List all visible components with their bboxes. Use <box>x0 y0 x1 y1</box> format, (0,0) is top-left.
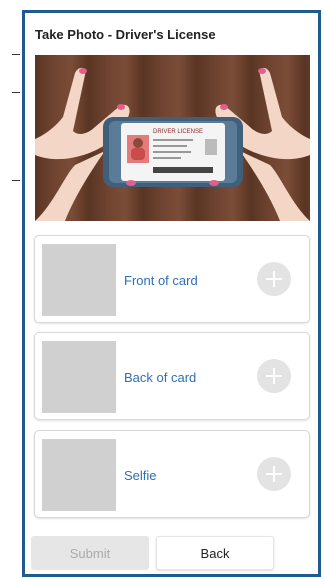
back-button[interactable]: Back <box>156 536 274 570</box>
phone-screen: Take Photo - Driver's License DRIVER LIC… <box>22 10 321 577</box>
back-card-upload[interactable]: Back of card <box>34 332 310 420</box>
id-card-title: DRIVER LICENSE <box>153 129 203 135</box>
selfie-thumbnail <box>42 439 116 511</box>
back-card-label: Back of card <box>124 370 197 385</box>
selfie-upload[interactable]: Selfie <box>34 430 310 518</box>
page-title: Take Photo - Driver's License <box>35 27 216 42</box>
submit-button[interactable]: Submit <box>31 536 149 570</box>
hero-image: DRIVER LICENSE <box>35 55 310 221</box>
background-dash <box>12 54 20 55</box>
front-card-label: Front of card <box>124 273 198 288</box>
add-front-card-icon[interactable] <box>257 262 291 296</box>
selfie-label: Selfie <box>124 468 157 483</box>
add-selfie-icon[interactable] <box>257 457 291 491</box>
add-back-card-icon[interactable] <box>257 359 291 393</box>
hands-holding-phone-illustration: DRIVER LICENSE <box>35 67 310 221</box>
front-card-thumbnail <box>42 244 116 316</box>
back-card-thumbnail <box>42 341 116 413</box>
background-dash <box>12 92 20 93</box>
background-dash <box>12 180 20 181</box>
front-card-upload[interactable]: Front of card <box>34 235 310 323</box>
